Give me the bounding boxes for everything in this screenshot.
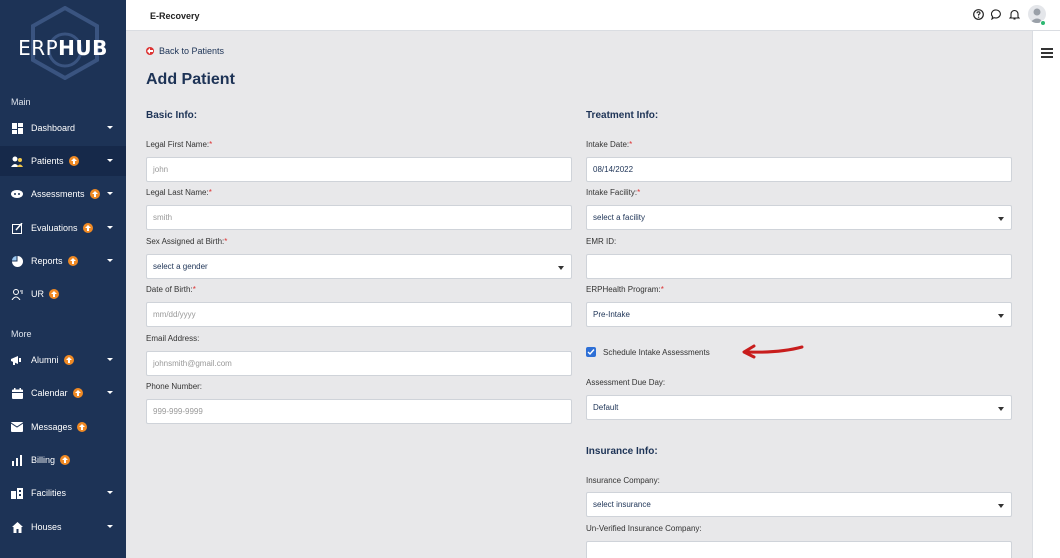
intake-date-label: Intake Date:*: [586, 140, 633, 149]
upgrade-badge-icon: [63, 355, 74, 365]
online-status-dot: [1040, 20, 1046, 26]
program-label: ERPHealth Program:*: [586, 285, 664, 294]
sidebar-item-alumni[interactable]: Alumni: [0, 345, 126, 375]
alumni-icon: [11, 354, 23, 366]
phone-label: Phone Number:: [146, 382, 203, 391]
back-to-patients-link[interactable]: Back to Patients: [146, 46, 224, 56]
page-title: Add Patient: [146, 71, 235, 88]
staff-icon: [11, 554, 23, 558]
chevron-down-icon: [107, 226, 113, 229]
facilities-icon: [11, 487, 23, 499]
dashboard-icon: [11, 122, 23, 134]
intake-facility-label: Intake Facility:*: [586, 188, 641, 197]
top-icons: [966, 5, 1046, 23]
arrow-left-icon: [146, 47, 154, 55]
chevron-down-icon: [998, 407, 1004, 411]
sidebar-item-messages[interactable]: Messages: [0, 412, 126, 442]
email-field[interactable]: johnsmith@gmail.com: [146, 351, 572, 376]
chevron-down-icon: [107, 491, 113, 494]
email-label: Email Address:: [146, 334, 200, 343]
main-content: Back to Patients Add Patient Basic Info:…: [126, 31, 1032, 558]
help-icon[interactable]: [972, 8, 984, 20]
sidebar-item-billing[interactable]: Billing: [0, 445, 126, 475]
chevron-down-icon: [998, 217, 1004, 221]
upgrade-badge-icon: [89, 189, 100, 199]
assessments-icon: [11, 188, 23, 200]
chevron-down-icon: [998, 314, 1004, 318]
sidebar-item-reports[interactable]: Reports: [0, 246, 126, 276]
annotation-arrow-icon: [742, 344, 804, 359]
upgrade-badge-icon: [60, 455, 71, 465]
patients-icon: [11, 155, 23, 167]
sidebar-item-houses[interactable]: Houses: [0, 512, 126, 542]
ur-icon: [11, 288, 23, 300]
chat-icon[interactable]: [990, 8, 1002, 20]
emr-id-label: EMR ID:: [586, 237, 617, 246]
basic-info-heading: Basic Info:: [146, 110, 198, 121]
due-day-select[interactable]: Default: [586, 395, 1012, 420]
section-label-main: Main: [11, 97, 31, 107]
insurance-company-label: Insurance Company:: [586, 476, 660, 485]
billing-icon: [11, 454, 23, 466]
upgrade-badge-icon: [49, 289, 59, 299]
unverified-insurance-label: Un-Verified Insurance Company:: [586, 524, 702, 533]
treatment-info-heading: Treatment Info:: [586, 110, 659, 121]
chevron-down-icon: [107, 391, 113, 394]
intake-facility-select[interactable]: select a facility: [586, 205, 1012, 230]
brand-logo[interactable]: ERPHUB: [0, 0, 126, 92]
sex-label: Sex Assigned at Birth:*: [146, 237, 228, 246]
chevron-down-icon: [107, 126, 113, 129]
chevron-down-icon: [107, 525, 113, 528]
app-title: E-Recovery: [150, 11, 200, 21]
sidebar-item-calendar[interactable]: Calendar: [0, 378, 126, 408]
upgrade-badge-icon: [67, 256, 78, 266]
due-day-label: Assessment Due Day:: [586, 378, 666, 387]
sidebar-item-ur[interactable]: UR: [0, 279, 126, 309]
sex-select[interactable]: select a gender: [146, 254, 572, 279]
emr-id-field[interactable]: [586, 254, 1012, 279]
sidebar-item-dashboard[interactable]: Dashboard: [0, 113, 126, 143]
evaluations-icon: [11, 222, 23, 234]
insurance-company-select[interactable]: select insurance: [586, 492, 1012, 517]
chevron-down-icon: [107, 159, 113, 162]
bell-icon[interactable]: [1008, 8, 1020, 20]
insurance-info-heading: Insurance Info:: [586, 446, 658, 457]
sidebar-item-facilities[interactable]: Facilities: [0, 478, 126, 508]
upgrade-badge-icon: [77, 422, 88, 432]
sidebar-item-patients[interactable]: Patients: [0, 146, 126, 176]
intake-date-field[interactable]: 08/14/2022: [586, 157, 1012, 182]
last-name-field[interactable]: smith: [146, 205, 572, 230]
section-label-more: More: [11, 329, 32, 339]
houses-icon: [11, 521, 23, 533]
sidebar-item-evaluations[interactable]: Evaluations: [0, 213, 126, 243]
upgrade-badge-icon: [72, 388, 83, 398]
unverified-insurance-field[interactable]: [586, 541, 1012, 558]
program-select[interactable]: Pre-Intake: [586, 302, 1012, 327]
checkmark-icon: [586, 347, 596, 357]
hamburger-menu-icon[interactable]: [1041, 48, 1053, 60]
messages-icon: [11, 421, 23, 433]
chevron-down-icon: [107, 358, 113, 361]
phone-field[interactable]: 999-999-9999: [146, 399, 572, 424]
right-rail: [1032, 31, 1060, 558]
sidebar-item-assessments[interactable]: Assessments: [0, 179, 126, 209]
sidebar-item-partial[interactable]: [0, 545, 126, 558]
dob-field[interactable]: mm/dd/yyyy: [146, 302, 572, 327]
schedule-intake-checkbox[interactable]: Schedule Intake Assessments: [586, 347, 710, 357]
first-name-label: Legal First Name:*: [146, 140, 213, 149]
last-name-label: Legal Last Name:*: [146, 188, 212, 197]
reports-icon: [11, 255, 23, 267]
chevron-down-icon: [107, 259, 113, 262]
upgrade-badge-icon: [68, 156, 79, 166]
top-bar: E-Recovery: [126, 0, 1060, 31]
brand-name: ERPHUB: [18, 36, 108, 60]
upgrade-badge-icon: [82, 223, 93, 233]
chevron-down-icon: [107, 192, 113, 195]
first-name-field[interactable]: john: [146, 157, 572, 182]
chevron-down-icon: [998, 504, 1004, 508]
chevron-down-icon: [558, 266, 564, 270]
dob-label: Date of Birth:*: [146, 285, 196, 294]
sidebar: ERPHUB Main Dashboard Patients Assessmen…: [0, 0, 126, 558]
calendar-icon: [11, 387, 23, 399]
